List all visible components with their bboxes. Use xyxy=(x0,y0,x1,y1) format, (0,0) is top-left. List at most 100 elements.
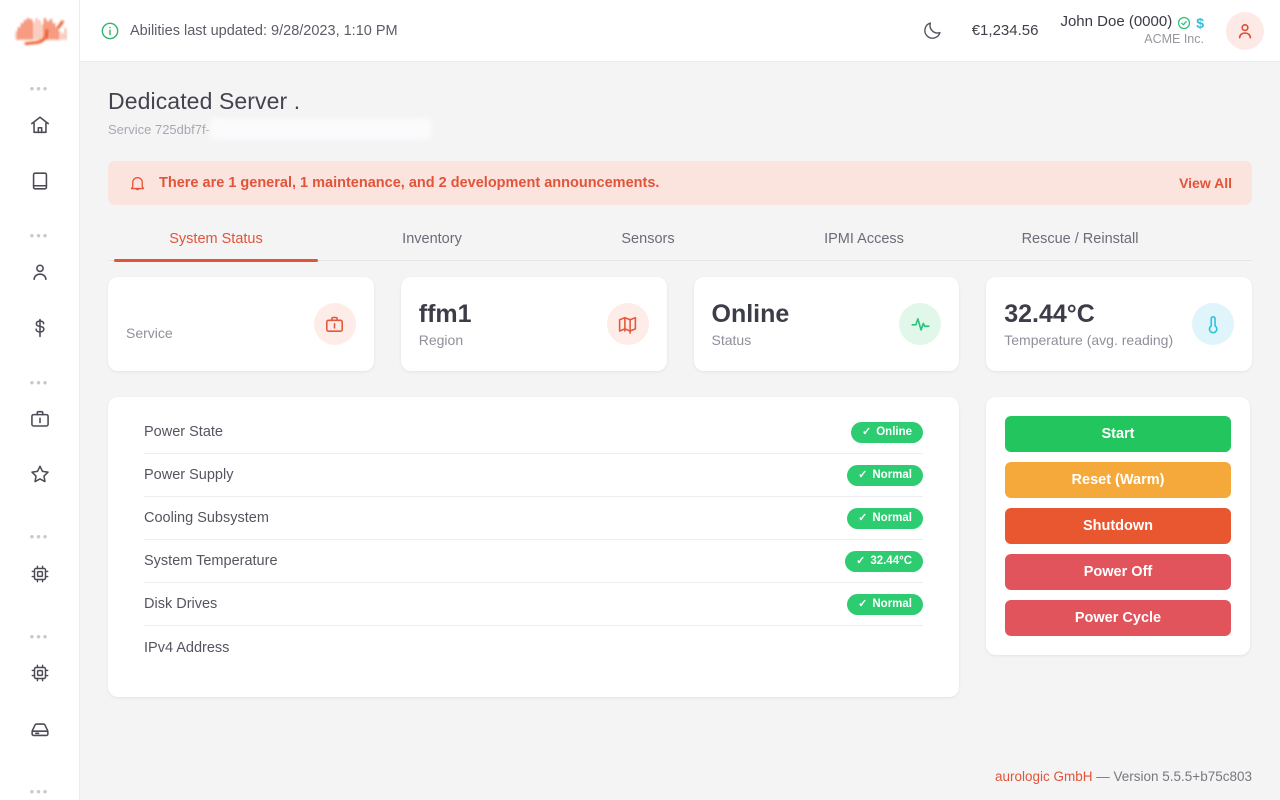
page-subtitle-wrap: Service 725dbf7f- xyxy=(108,118,1252,140)
activity-icon xyxy=(899,303,942,345)
status-row-label: System Temperature xyxy=(144,553,278,569)
tab-system-status[interactable]: System Status xyxy=(108,217,324,262)
page-subtitle: Service 725dbf7f- xyxy=(108,122,210,137)
sidebar-item-dedicated[interactable] xyxy=(18,651,62,695)
header-right: €1,234.56 John Doe (0000) $ ACME Inc. xyxy=(916,11,1280,50)
status-badge: ✓ Normal xyxy=(847,507,923,529)
tab-rescue-reinstall[interactable]: Rescue / Reinstall xyxy=(972,217,1188,261)
tab-label: Sensors xyxy=(621,231,675,247)
status-row-label: IPv4 Address xyxy=(144,639,230,656)
moon-icon[interactable] xyxy=(916,14,950,48)
tab-label: Inventory xyxy=(402,231,462,247)
briefcase-icon xyxy=(313,303,356,345)
status-row: Power State ✓ Online xyxy=(144,411,923,454)
status-row-label: Disk Drives xyxy=(144,596,218,612)
info-circle-icon xyxy=(100,21,120,41)
status-row: Cooling Subsystem ✓ Normal xyxy=(144,497,923,540)
power-off-button[interactable]: Power Off xyxy=(1005,554,1231,590)
header-left: Abilities last updated: 9/28/2023, 1:10 … xyxy=(80,21,398,41)
announcement-banner: There are 1 general, 1 maintenance, and … xyxy=(108,161,1252,205)
system-status-panel: Power State ✓ Online Power Supply ✓ Normal Coo… xyxy=(108,397,959,697)
tab-label: System Status xyxy=(169,231,263,247)
sidebar-item-favorites[interactable] xyxy=(18,453,62,497)
stat-cards: Service ffm1 Region Online Status 32.44°C Temp… xyxy=(108,277,1252,371)
action-button-label: Start xyxy=(1101,426,1135,442)
account-balance[interactable]: €1,234.56 xyxy=(972,22,1039,39)
status-badge: ✓ 32.44°C xyxy=(845,550,923,572)
check-circle-icon xyxy=(1177,16,1191,30)
footer-version: — Version 5.5.5+b75c803 xyxy=(1092,769,1252,784)
dollar-badge-icon: $ xyxy=(1196,14,1204,31)
status-row-label: Power State xyxy=(144,424,223,440)
user-organization: ACME Inc. xyxy=(1144,32,1204,47)
sidebar-item-servers[interactable] xyxy=(18,552,62,596)
check-icon: ✓ xyxy=(858,511,868,524)
action-button-label: Reset (Warm) xyxy=(1071,472,1165,488)
sidebar-item-storage[interactable] xyxy=(18,707,62,751)
tab-sensors[interactable]: Sensors xyxy=(540,217,756,261)
check-icon: ✓ xyxy=(858,597,868,610)
sidebar-separator: ••• xyxy=(29,374,50,390)
start-button[interactable]: Start xyxy=(1005,416,1231,452)
check-icon: ✓ xyxy=(856,554,866,567)
status-badge: ✓ Online xyxy=(851,421,923,443)
status-row: Disk Drives ✓ Normal xyxy=(144,583,923,626)
status-badge-label: Normal xyxy=(872,469,912,481)
status-badge-label: Normal xyxy=(872,512,912,524)
status-row: Power Supply ✓ Normal xyxy=(144,454,923,497)
sidebar-separator: ••• xyxy=(29,783,50,799)
tab-label: Rescue / Reinstall xyxy=(1021,231,1139,247)
lower-section: Power State ✓ Online Power Supply ✓ Normal Coo… xyxy=(108,397,1252,697)
sidebar-separator: ••• xyxy=(29,80,50,96)
logo[interactable] xyxy=(0,0,80,61)
sidebar-item-services[interactable] xyxy=(18,397,62,441)
sidebar-separator: ••• xyxy=(29,628,50,644)
action-button-label: Power Cycle xyxy=(1074,610,1162,626)
status-badge: ✓ Normal xyxy=(847,464,923,486)
check-icon: ✓ xyxy=(862,425,872,438)
tab-ipmi-access[interactable]: IPMI Access xyxy=(756,217,972,261)
sidebar-item-account[interactable] xyxy=(18,250,62,294)
user-info[interactable]: John Doe (0000) $ ACME Inc. xyxy=(1060,13,1204,47)
shutdown-button[interactable]: Shutdown xyxy=(1005,508,1231,544)
power-cycle-button[interactable]: Power Cycle xyxy=(1005,600,1231,636)
sidebar-separator: ••• xyxy=(29,227,50,243)
tab-label: IPMI Access xyxy=(824,231,904,247)
stat-card-service: Service xyxy=(108,277,374,371)
top-header: Abilities last updated: 9/28/2023, 1:10 … xyxy=(80,0,1280,62)
main-content: Dedicated Server . Service 725dbf7f- The… xyxy=(80,62,1280,800)
sidebar-item-documentation[interactable] xyxy=(18,159,62,203)
status-row: System Temperature ✓ 32.44°C xyxy=(144,540,923,583)
power-actions-panel: Start Reset (Warm) Shutdown Power Off Power … xyxy=(986,397,1250,655)
stat-card-region: ffm1 Region xyxy=(400,277,667,371)
user-name: John Doe (0000) xyxy=(1060,13,1173,31)
sidebar-item-home[interactable] xyxy=(18,103,62,147)
footer-brand[interactable]: aurologic GmbH xyxy=(995,769,1093,784)
redacted-service-id xyxy=(210,118,432,140)
action-button-label: Power Off xyxy=(1083,564,1153,580)
tab-inventory[interactable]: Inventory xyxy=(324,217,540,261)
footer: aurologic GmbH — Version 5.5.5+b75c803 xyxy=(995,769,1252,784)
app-root: ••• ••• ••• ••• ••• ••• Abilities last u… xyxy=(0,0,1280,800)
abilities-updated-text: Abilities last updated: 9/28/2023, 1:10 … xyxy=(130,22,398,39)
status-row-label: Power Supply xyxy=(144,467,234,483)
page-title: Dedicated Server . xyxy=(108,88,301,114)
sidebar-item-billing[interactable] xyxy=(18,306,62,350)
reset-warm-button[interactable]: Reset (Warm) xyxy=(1005,462,1231,498)
action-button-label: Shutdown xyxy=(1082,518,1154,534)
status-badge: ✓ Normal xyxy=(847,593,923,615)
view-all-link[interactable]: View All xyxy=(1179,175,1232,191)
thermometer-icon xyxy=(1192,303,1234,345)
sidebar: ••• ••• ••• ••• ••• ••• xyxy=(0,0,80,800)
status-badge-label: 32.44°C xyxy=(870,555,912,567)
stat-card-temperature-avg-reading: 32.44°C Temperature (avg. reading) xyxy=(986,277,1252,371)
status-badge-label: Online xyxy=(876,426,912,438)
sidebar-separator: ••• xyxy=(29,529,50,545)
avatar[interactable] xyxy=(1226,11,1264,50)
tab-bar: System Status Inventory Sensors IPMI Access… xyxy=(108,217,1252,262)
status-row-label: Cooling Subsystem xyxy=(144,510,269,526)
bell-icon xyxy=(128,174,147,193)
status-row: IPv4 Address xyxy=(144,626,923,669)
announcement-text: There are 1 general, 1 maintenance, and … xyxy=(159,175,660,191)
map-icon xyxy=(606,303,649,345)
